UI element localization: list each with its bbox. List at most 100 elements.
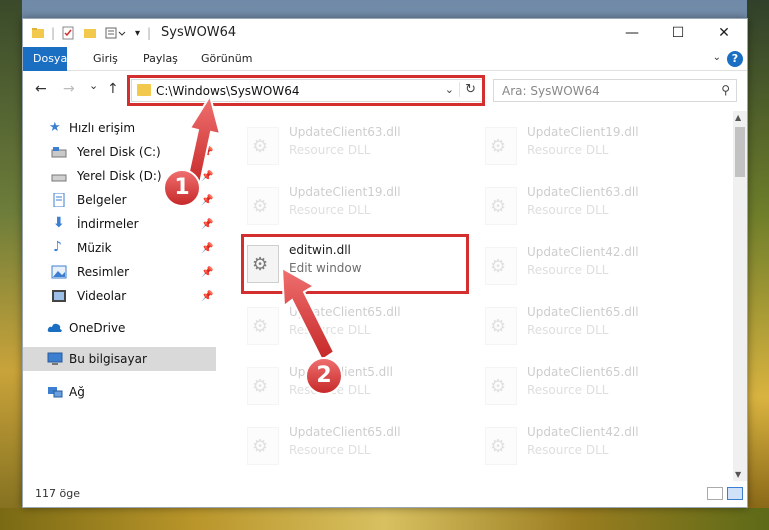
list-item[interactable]: ⚙ UpdateClient65.dll Resource DLL <box>241 421 473 473</box>
list-item[interactable]: ⚙ UpdateClient42.dll Resource DLL <box>479 241 711 293</box>
list-item[interactable]: ⚙ UpdateClient63.dll Resource DLL <box>241 121 473 173</box>
tab-file[interactable]: Dosya <box>23 47 67 71</box>
sidebar-item-label: Videolar <box>77 289 127 303</box>
file-description: Resource DLL <box>289 323 371 337</box>
status-bar: 117 öge <box>23 481 747 507</box>
sidebar-item-label: Ağ <box>69 385 85 399</box>
file-description: Resource DLL <box>527 383 609 397</box>
drive-icon <box>51 174 67 182</box>
close-button[interactable]: ✕ <box>701 19 747 47</box>
list-item[interactable]: ⚙ UpdateClient5.dll Resource DLL <box>241 361 473 413</box>
dll-file-icon: ⚙ <box>247 127 279 165</box>
list-item[interactable]: ⚙ UpdateClient63.dll Resource DLL <box>479 181 711 233</box>
dll-file-icon: ⚙ <box>485 187 517 225</box>
file-name: UpdateClient65.dll <box>527 305 639 319</box>
file-name: UpdateClient19.dll <box>289 185 401 199</box>
network-icon <box>48 387 63 398</box>
navigation-pane: ★ Hızlı erişim Yerel Disk (C:) 📌 Yerel D… <box>23 111 216 481</box>
file-highlight-box <box>241 234 469 294</box>
vertical-scrollbar[interactable]: ▲ ▼ <box>733 111 747 481</box>
minimize-button[interactable]: — <box>609 19 655 47</box>
tiles-view-icon[interactable] <box>727 487 743 500</box>
window-title: SysWOW64 <box>161 25 237 40</box>
tab-share[interactable]: Paylaş <box>133 47 188 71</box>
back-button[interactable]: ← <box>35 81 47 97</box>
details-view-icon[interactable] <box>707 487 723 500</box>
customize-toolbar-icon[interactable] <box>105 25 127 41</box>
sidebar-item-pictures[interactable]: Resimler 📌 <box>23 261 216 283</box>
tab-view[interactable]: Görünüm <box>191 47 262 71</box>
dll-file-icon: ⚙ <box>485 127 517 165</box>
divider: | <box>51 26 56 40</box>
pictures-icon <box>51 265 67 279</box>
dll-file-icon: ⚙ <box>485 367 517 405</box>
maximize-button[interactable]: ☐ <box>655 19 701 47</box>
music-note-icon: ♪ <box>53 239 62 255</box>
file-name: UpdateClient65.dll <box>289 425 401 439</box>
pin-icon[interactable]: 📌 <box>201 243 213 254</box>
dll-file-icon: ⚙ <box>485 247 517 285</box>
sidebar-item-label: Belgeler <box>77 193 127 207</box>
pin-icon[interactable]: 📌 <box>201 171 213 182</box>
tab-home[interactable]: Giriş <box>83 47 128 71</box>
sidebar-item-videos[interactable]: Videolar 📌 <box>23 285 216 307</box>
scroll-up-icon[interactable]: ▲ <box>735 113 741 122</box>
pin-icon[interactable]: 📌 <box>201 147 213 158</box>
sidebar-item-label: Yerel Disk (D:) <box>77 169 162 183</box>
file-name: UpdateClient65.dll <box>289 305 401 319</box>
cloud-icon <box>47 323 62 332</box>
pin-icon[interactable]: 📌 <box>201 195 213 206</box>
chevron-down-icon[interactable]: ▾ <box>135 25 140 41</box>
sidebar-item-onedrive[interactable]: OneDrive <box>23 317 216 339</box>
list-item[interactable]: ⚙ UpdateClient65.dll Resource DLL <box>479 361 711 413</box>
dll-file-icon: ⚙ <box>247 367 279 405</box>
ribbon-tabs: Dosya Giriş Paylaş Görünüm ⌄ ? <box>23 47 747 71</box>
document-icon <box>53 193 65 207</box>
scroll-down-icon[interactable]: ▼ <box>735 470 741 479</box>
scrollbar-thumb[interactable] <box>735 127 745 177</box>
expand-ribbon-icon[interactable]: ⌄ <box>713 52 721 63</box>
properties-icon[interactable] <box>61 25 75 41</box>
sidebar-item-quick-access[interactable]: ★ Hızlı erişim <box>23 117 216 139</box>
search-input[interactable]: Ara: SysWOW64 <box>502 84 600 98</box>
search-icon: ⚲ <box>721 83 730 97</box>
new-folder-icon[interactable] <box>83 25 97 41</box>
pin-icon[interactable]: 📌 <box>201 219 213 230</box>
file-name: UpdateClient5.dll <box>289 365 393 379</box>
pin-icon[interactable]: 📌 <box>201 291 213 302</box>
dll-file-icon: ⚙ <box>485 427 517 465</box>
up-button[interactable]: ↑ <box>107 81 119 97</box>
sidebar-item-label: Müzik <box>77 241 112 255</box>
sidebar-item-music[interactable]: ♪ Müzik 📌 <box>23 237 216 259</box>
download-arrow-icon: ⬇ <box>53 215 65 231</box>
dll-file-icon: ⚙ <box>247 187 279 225</box>
sidebar-item-downloads[interactable]: ⬇ İndirmeler 📌 <box>23 213 216 235</box>
search-box[interactable]: Ara: SysWOW64 ⚲ <box>493 79 737 102</box>
address-highlight-box <box>127 75 485 106</box>
list-item[interactable]: ⚙ UpdateClient65.dll Resource DLL <box>241 301 473 353</box>
file-description: Resource DLL <box>289 143 371 157</box>
list-item[interactable]: ⚙ UpdateClient19.dll Resource DLL <box>241 181 473 233</box>
sidebar-item-label: Hızlı erişim <box>69 121 136 135</box>
forward-button[interactable]: → <box>63 81 75 97</box>
sidebar-item-label: Resimler <box>77 265 130 279</box>
list-item[interactable]: ⚙ UpdateClient19.dll Resource DLL <box>479 121 711 173</box>
help-button[interactable]: ? <box>727 51 743 67</box>
divider: | <box>147 26 152 40</box>
sidebar-item-network[interactable]: Ağ <box>23 381 216 403</box>
list-item[interactable]: ⚙ UpdateClient42.dll Resource DLL <box>479 421 711 473</box>
drive-icon <box>51 147 67 158</box>
file-list: ⚙ UpdateClient63.dll Resource DLL ⚙ Upda… <box>217 111 733 481</box>
recent-locations-button[interactable]: ⌄ <box>89 79 98 92</box>
list-item[interactable]: ⚙ UpdateClient65.dll Resource DLL <box>479 301 711 353</box>
pin-icon[interactable]: 📌 <box>201 267 213 278</box>
file-name: UpdateClient19.dll <box>527 125 639 139</box>
sidebar-item-this-pc[interactable]: Bu bilgisayar <box>23 347 216 371</box>
file-name: UpdateClient42.dll <box>527 245 639 259</box>
sidebar-item-local-disk-c[interactable]: Yerel Disk (C:) 📌 <box>23 141 216 163</box>
desktop-background-bottom <box>0 508 769 530</box>
step-1-label: 1 <box>174 175 190 200</box>
video-icon <box>52 290 66 302</box>
file-description: Resource DLL <box>527 263 609 277</box>
file-name: UpdateClient63.dll <box>289 125 401 139</box>
